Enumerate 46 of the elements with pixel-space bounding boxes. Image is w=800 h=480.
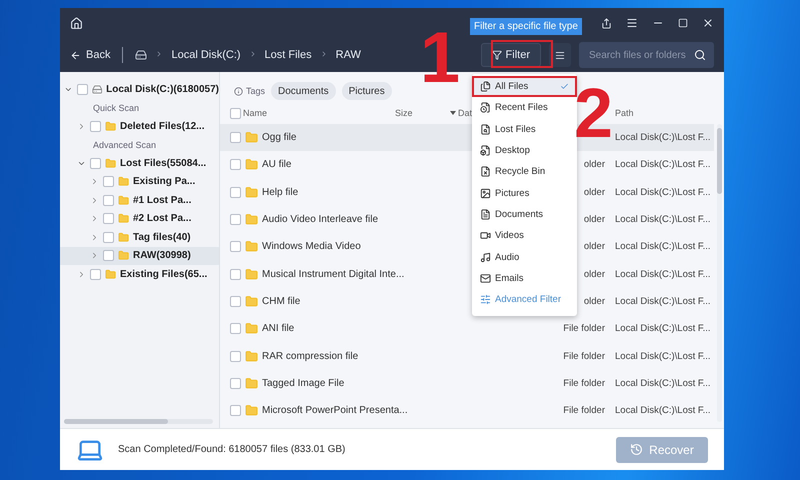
file-name: Windows Media Video (262, 241, 361, 252)
type-cell: older (584, 268, 605, 280)
file-name: AU file (262, 159, 292, 170)
section-label: Advanced Scan (92, 138, 158, 152)
tree-label: RAW(30998) (133, 250, 191, 262)
tooltip: Filter a specific file type (470, 18, 582, 35)
path-cell-text: Local Disk(C:)\Lost F... (615, 241, 712, 252)
path-cell-text: Local Disk(C:)\Lost F... (615, 132, 712, 144)
type-cell: File folder (563, 323, 605, 334)
path-cell-text: Local Disk(C:)\Lost F... (615, 268, 712, 280)
tree-label: Local Disk(C:)(6180057) (106, 84, 219, 95)
file-name: Tagged Image File (262, 378, 344, 389)
path-cell-text: Local Disk(C:)\Lost F... (615, 405, 712, 416)
file-name: Ogg file (262, 132, 296, 144)
path-cell-text: Local Disk(C:)\Lost F... (615, 296, 712, 307)
path-cell-text: Local Disk(C:)\Lost F... (615, 378, 712, 389)
type-cell: older (584, 214, 605, 226)
file-name: Help file (262, 186, 298, 198)
file-name: Audio Video Interleave file (262, 214, 378, 226)
tags-label: Tags (246, 86, 266, 96)
file-name: ANI file (262, 323, 294, 334)
section-label: Quick Scan (92, 102, 140, 115)
file-name: RAR compression file (262, 350, 358, 362)
type-cell: older (584, 241, 605, 252)
path-cell-text: Local Disk(C:)\Lost F... (615, 214, 712, 226)
type-cell: older (584, 296, 605, 307)
type-cell: older (584, 159, 605, 170)
file-name: CHM file (262, 296, 300, 307)
tree-label: Tag files(40) (133, 232, 191, 243)
file-name: Musical Instrument Digital Inte... (262, 268, 404, 280)
path-cell-text: Local Disk(C:)\Lost F... (615, 159, 712, 170)
type-cell: older (584, 186, 605, 198)
type-cell: File folder (563, 405, 605, 416)
tree-label: Existing Pa... (133, 176, 196, 188)
tree-label: #1 Lost Pa... (133, 194, 192, 206)
tree-label: Deleted Files(12... (120, 120, 204, 132)
type-cell: File folder (563, 350, 605, 362)
type-cell: File folder (563, 378, 605, 389)
tree-label: Existing Files(65... (120, 268, 208, 280)
path-cell-text: Local Disk(C:)\Lost F... (615, 350, 712, 362)
path-cell-text: Local Disk(C:)\Lost F... (615, 323, 712, 334)
tree-label: Lost Files(55084... (120, 158, 206, 169)
path-cell-text: Local Disk(C:)\Lost F... (615, 186, 712, 198)
tree-label: #2 Lost Pa... (133, 213, 192, 224)
status-text: Scan Completed/Found: 6180057 files (833.01 GB) (118, 444, 346, 455)
file-name: Microsoft PowerPoint Presenta... (262, 405, 408, 416)
